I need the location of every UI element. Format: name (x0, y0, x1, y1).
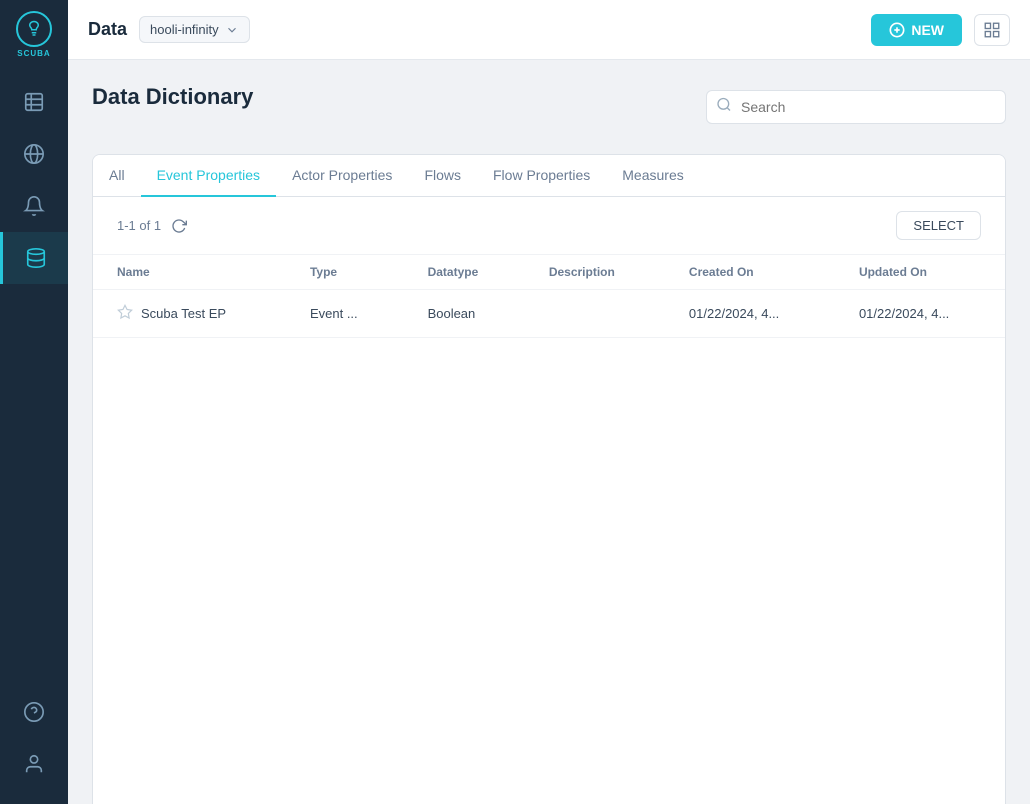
tab-all[interactable]: All (93, 155, 141, 197)
col-header-created-on: Created On (665, 255, 835, 290)
chevron-down-icon (225, 23, 239, 37)
table-header-row: Name Type Datatype Description (93, 255, 1005, 290)
star-button[interactable] (117, 304, 133, 323)
data-table: Name Type Datatype Description (93, 255, 1005, 338)
col-header-type: Type (286, 255, 404, 290)
header-title: Data (88, 19, 127, 40)
grid-view-button[interactable] (974, 14, 1010, 46)
new-button[interactable]: NEW (871, 14, 962, 46)
refresh-icon (171, 218, 187, 234)
star-icon (117, 304, 133, 320)
search-input[interactable] (706, 90, 1006, 124)
grid-icon (983, 21, 1001, 39)
table-meta: 1-1 of 1 SELECT (93, 197, 1005, 255)
main-content: Data hooli-infinity NEW (68, 0, 1030, 804)
page-title: Data Dictionary (92, 84, 253, 110)
col-header-updated-on: Updated On (835, 255, 1005, 290)
workspace-name: hooli-infinity (150, 22, 219, 37)
sidebar-item-help[interactable] (0, 688, 68, 736)
cell-description (525, 290, 665, 338)
cell-created-on: 01/22/2024, 4... (665, 290, 835, 338)
col-header-name: Name (93, 255, 286, 290)
col-header-description: Description (525, 255, 665, 290)
cell-updated-on: 01/22/2024, 4... (835, 290, 1005, 338)
refresh-button[interactable] (171, 218, 187, 234)
table-count: 1-1 of 1 (117, 218, 187, 234)
sidebar-item-notifications[interactable] (0, 180, 68, 232)
tab-measures[interactable]: Measures (606, 155, 699, 197)
search-icon (716, 97, 732, 118)
workspace-dropdown[interactable]: hooli-infinity (139, 16, 250, 43)
tab-event-properties[interactable]: Event Properties (141, 155, 277, 197)
data-dictionary-card: All Event Properties Actor Properties Fl… (92, 154, 1006, 804)
sidebar: SCUBA (0, 0, 68, 804)
cell-name: Scuba Test EP (93, 290, 286, 338)
content-area: Data Dictionary All Event Properti (68, 60, 1030, 804)
header: Data hooli-infinity NEW (68, 0, 1030, 60)
cell-datatype: Boolean (404, 290, 525, 338)
cell-type: Event ... (286, 290, 404, 338)
tab-flow-properties[interactable]: Flow Properties (477, 155, 606, 197)
select-button[interactable]: SELECT (896, 211, 981, 240)
tabs-bar: All Event Properties Actor Properties Fl… (92, 155, 1006, 197)
sidebar-item-database[interactable] (0, 232, 68, 284)
sidebar-item-user[interactable] (0, 740, 68, 788)
table-row[interactable]: Scuba Test EP Event ... Boolean 01/22/20… (93, 290, 1005, 338)
logo-text: SCUBA (17, 49, 50, 58)
new-button-label: NEW (911, 22, 944, 38)
col-header-datatype: Datatype (404, 255, 525, 290)
logo-icon (16, 11, 52, 47)
table-area: 1-1 of 1 SELECT (93, 197, 1005, 804)
sidebar-nav (0, 68, 68, 688)
search-container (706, 90, 1006, 124)
count-label: 1-1 of 1 (117, 218, 161, 233)
content-header: Data Dictionary (92, 84, 1006, 130)
sidebar-bottom (0, 688, 68, 804)
plus-circle-icon (889, 22, 905, 38)
tab-actor-properties[interactable]: Actor Properties (276, 155, 408, 197)
sidebar-item-tables[interactable] (0, 76, 68, 128)
tab-flows[interactable]: Flows (408, 155, 477, 197)
logo[interactable]: SCUBA (0, 0, 68, 68)
sidebar-item-globe[interactable] (0, 128, 68, 180)
